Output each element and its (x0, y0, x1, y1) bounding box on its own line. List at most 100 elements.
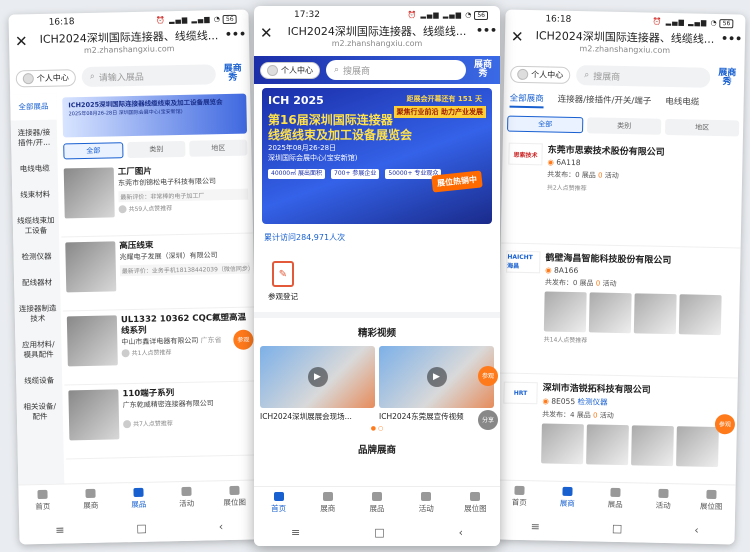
tab-products[interactable]: 展品 (352, 487, 401, 518)
play-icon[interactable]: ▶ (307, 367, 328, 387)
booth-number: 6A118 (556, 157, 581, 168)
tab-booth-map[interactable]: 展位图 (687, 484, 736, 516)
tab-connectors[interactable]: 连接器/接插件/开关/端子 (558, 93, 652, 111)
tab-cables[interactable]: 电线电缆 (665, 95, 699, 112)
back-icon[interactable]: ‹ (459, 526, 463, 539)
search-input[interactable]: ⌕ 搜展商 (326, 60, 466, 80)
visit-float-button[interactable]: 参观 (478, 366, 498, 386)
menu-icon[interactable]: ≡ (55, 523, 64, 536)
sidebar-item[interactable]: 相关设备/配件 (16, 394, 63, 431)
expo-banner[interactable]: ICH 2025 距展会开幕还有 151 天 聚焦行业前沿 助力产业发展 第16… (262, 88, 492, 224)
location-pin-icon: ◉ (547, 157, 555, 167)
published-count: 共发布：4 (542, 410, 575, 420)
sidebar-item[interactable]: 检测仪器 (13, 244, 60, 271)
more-icon[interactable]: ••• (476, 24, 497, 37)
user-center-button[interactable]: 个人中心 (510, 65, 571, 84)
video-card[interactable]: ▶ ICH2024深圳展展会现场... (260, 346, 375, 422)
tab-label: 展品 (369, 503, 385, 513)
register-entry[interactable]: ✎ 参观登记 (254, 247, 500, 318)
sidebar-item[interactable]: 线缆设备 (16, 368, 63, 395)
event-count: 0 (592, 411, 598, 420)
product-image[interactable] (586, 424, 629, 466)
tab-booth-map[interactable]: 展位图 (210, 480, 259, 512)
exhibitor-icon (562, 486, 573, 496)
tab-booth-map[interactable]: 展位图 (451, 487, 500, 518)
tab-all-exhibitors[interactable]: 全部展商 (509, 91, 544, 109)
list-item[interactable]: 工厂图片 东莞市创锦松电子科技有限公司 最新评价：非常棒的电子加工厂 共59人点赞推荐 (59, 159, 254, 238)
tab-home[interactable]: 首页 (254, 487, 303, 518)
search-input[interactable]: ⌕ 搜展商 (576, 65, 711, 88)
home-nav-icon[interactable]: □ (374, 526, 384, 539)
tab-events[interactable]: 活动 (402, 487, 451, 518)
signal-icon: ⏰ ▂▄▆ ▂▄▆ ◔ (407, 11, 473, 19)
avatar (121, 348, 130, 357)
menu-icon[interactable]: ≡ (531, 520, 540, 533)
product-image[interactable] (543, 291, 587, 333)
tab-products[interactable]: 展品 (591, 482, 640, 514)
product-image[interactable] (633, 293, 677, 335)
published-count: 共发布：0 (544, 278, 578, 288)
sidebar-item[interactable]: 连接器制造技术 (14, 296, 61, 333)
list-item[interactable]: UL1332 10362 CQC氟塑高温线系列 中山市鑫详电器有限公司 广东省 共1… (62, 307, 257, 386)
product-image[interactable] (588, 292, 632, 334)
product-image[interactable] (678, 294, 722, 336)
video-card[interactable]: ▶ ICH2024东莞展宣传视频 (379, 346, 494, 422)
filter-all[interactable]: 全部 (63, 142, 124, 160)
tab-label: 展位图 (699, 501, 723, 511)
expo-banner[interactable]: ICH2025深圳国际连接器线缆线束及加工设备展览会 2025年08月26-28日… (62, 93, 248, 138)
close-icon[interactable]: ✕ (15, 32, 33, 50)
tab-events[interactable]: 活动 (162, 481, 211, 513)
more-icon[interactable]: ••• (721, 32, 742, 45)
filter-region[interactable]: 地区 (664, 118, 740, 137)
visit-float-label: 参观 (481, 372, 494, 380)
sidebar-item[interactable]: 电线电缆 (11, 156, 58, 183)
search-input[interactable]: ⌕ 请输入展品 (81, 64, 216, 88)
list-item[interactable]: 高压线束 兆耀电子发展（深圳）有限公司 最新评价：业务手机18138442039（微… (61, 233, 255, 312)
tab-exhibitors[interactable]: 展商 (303, 487, 352, 518)
tab-home[interactable]: 首页 (495, 480, 544, 512)
sidebar-item[interactable]: 线束材料 (12, 182, 59, 209)
tab-exhibitors[interactable]: 展商 (66, 483, 115, 515)
tab-exhibitors[interactable]: 展商 (543, 481, 592, 513)
product-image[interactable] (541, 423, 584, 465)
list-item[interactable]: 思索技术 东莞市思索技术股份有限公司 ◉ 6A118 共发布：0 展品 0 活动 共… (500, 135, 743, 249)
filter-category[interactable]: 类别 (587, 117, 662, 135)
back-icon[interactable]: ‹ (219, 520, 224, 533)
tab-products[interactable]: 展品 (114, 482, 163, 514)
battery-icon: 56 (719, 19, 734, 29)
list-item[interactable]: HAICHT 海昌 鹤壁海昌智能科技股份有限公司 ◉ 8A166 共发布：0 展品 … (497, 243, 741, 379)
home-nav-icon[interactable]: □ (612, 521, 623, 534)
list-item[interactable]: HRT 深圳市浩锐拓科技有限公司 ◉ 8E055 检测仪器 共发布：4 展品 0 活… (495, 373, 738, 487)
close-icon[interactable]: ✕ (511, 28, 529, 46)
system-nav-bar: ≡ □ ‹ (18, 511, 260, 545)
menu-icon[interactable]: ≡ (291, 526, 300, 539)
sidebar-item[interactable]: 配线器材 (14, 270, 61, 297)
back-icon[interactable]: ‹ (694, 523, 699, 536)
sidebar-item[interactable]: 线缆线束加工设备 (13, 208, 60, 245)
search-placeholder: 请输入展品 (98, 72, 144, 84)
product-name: UL1332 10362 CQC氟塑高温线系列 (120, 312, 247, 337)
share-button[interactable]: 分享 (478, 410, 498, 430)
play-icon[interactable]: ▶ (426, 367, 447, 387)
tab-events[interactable]: 活动 (639, 483, 688, 515)
sidebar-item[interactable]: 连接器/接插件/开... (11, 120, 58, 157)
list-item[interactable]: 110端子系列 广东乾威精密连接器有限公司 共7人点赞推荐 (64, 381, 258, 460)
filter-category[interactable]: 类别 (127, 140, 186, 159)
sidebar-item[interactable]: 应用材料/模具配件 (15, 332, 62, 369)
sidebar-item[interactable]: 全部展品 (10, 93, 57, 121)
company-recommend: 共2人点赞推荐 (546, 184, 587, 193)
product-image[interactable] (676, 426, 719, 468)
tab-home[interactable]: 首页 (18, 484, 67, 516)
home-nav-icon[interactable]: □ (136, 521, 147, 534)
product-recommend: 共59人点赞推荐 (128, 205, 173, 214)
more-icon[interactable]: ••• (225, 28, 246, 41)
user-center-button[interactable]: 个人中心 (15, 68, 76, 87)
visit-float-label: 参观 (718, 420, 732, 428)
close-icon[interactable]: ✕ (260, 24, 278, 42)
filter-all[interactable]: 全部 (507, 115, 584, 134)
filter-region[interactable]: 地区 (189, 139, 248, 157)
company-logo: HRT (503, 381, 538, 405)
product-image[interactable] (631, 425, 674, 467)
user-center-button[interactable]: 个人中心 (260, 61, 320, 79)
company-logo: 思索技术 (508, 142, 543, 166)
